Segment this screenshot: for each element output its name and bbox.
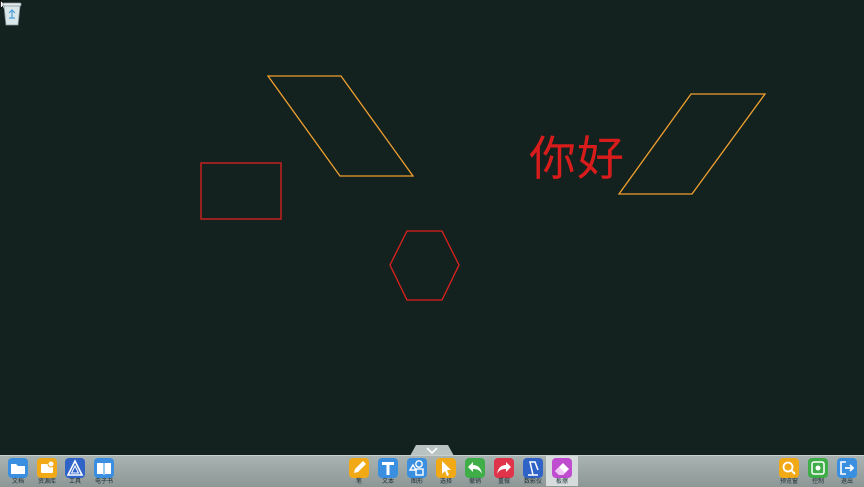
visualizer-icon (523, 458, 543, 478)
redo-icon (494, 458, 514, 478)
folder-icon (8, 458, 28, 478)
canvas-text-nihao[interactable]: 你好 (529, 132, 625, 188)
hexagon-shape[interactable] (389, 230, 460, 301)
exit-icon (837, 458, 857, 478)
select-cursor-icon (436, 458, 456, 478)
book-icon (94, 458, 114, 478)
undo-icon (465, 458, 485, 478)
rectangle-shape[interactable] (200, 162, 282, 220)
toolbar-label: 电子书 (94, 478, 113, 485)
toolbar-button-ebook[interactable]: 电子书 (88, 456, 120, 486)
canvas-shapes (200, 75, 767, 301)
toolbar-label: 退出 (840, 478, 853, 485)
toolbar-label: 板擦 (555, 478, 568, 485)
shapes-icon (407, 458, 427, 478)
recycle-bin-icon[interactable] (0, 0, 24, 26)
pen-icon (349, 458, 369, 478)
tools-triangle-icon (65, 458, 85, 478)
resource-library-icon (37, 458, 57, 478)
whiteboard-canvas[interactable]: 你好 (0, 0, 864, 455)
preview-icon (779, 458, 799, 478)
control-icon (808, 458, 828, 478)
parallelogram-shape-right[interactable] (617, 93, 767, 195)
toolbar-button-eraser[interactable]: 板擦 (546, 456, 578, 486)
parallelogram-shape-left[interactable] (266, 75, 415, 177)
eraser-icon (552, 458, 572, 478)
text-icon (378, 458, 398, 478)
toolbar-button-exit[interactable]: 退出 (831, 456, 863, 486)
